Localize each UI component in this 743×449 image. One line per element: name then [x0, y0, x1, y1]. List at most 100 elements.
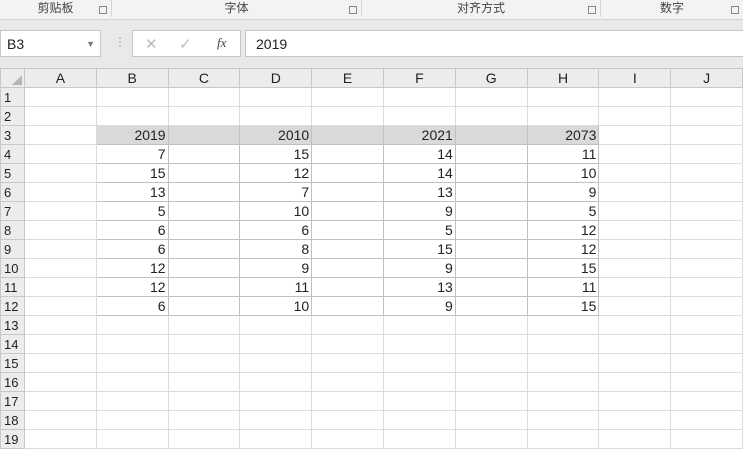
cancel-icon[interactable]: ✕	[145, 35, 158, 53]
column-header-H[interactable]: H	[526, 68, 600, 88]
cell-F2[interactable]	[382, 106, 456, 126]
chevron-down-icon[interactable]: ▼	[86, 31, 95, 58]
dialog-launcher-icon[interactable]	[99, 6, 107, 14]
cell-C9[interactable]	[167, 239, 241, 259]
cell-J12[interactable]	[670, 296, 743, 316]
cell-I17[interactable]	[598, 391, 672, 411]
cell-B5[interactable]: 15	[95, 163, 169, 183]
cell-J6[interactable]	[670, 182, 743, 202]
cell-I15[interactable]	[598, 353, 672, 373]
cell-A11[interactable]	[23, 277, 97, 297]
cell-G4[interactable]	[454, 144, 528, 164]
cell-F9[interactable]: 15	[382, 239, 456, 259]
cell-F1[interactable]	[382, 87, 456, 107]
cell-J14[interactable]	[670, 334, 743, 354]
cell-D10[interactable]: 9	[239, 258, 313, 278]
cell-C13[interactable]	[167, 315, 241, 335]
cell-G19[interactable]	[454, 429, 528, 449]
cell-H18[interactable]	[526, 410, 600, 430]
cell-D11[interactable]: 11	[239, 277, 313, 297]
cell-J17[interactable]	[670, 391, 743, 411]
cell-J1[interactable]	[670, 87, 743, 107]
cell-G18[interactable]	[454, 410, 528, 430]
row-header-5[interactable]: 5	[0, 163, 25, 183]
cell-B13[interactable]	[95, 315, 169, 335]
cell-D15[interactable]	[239, 353, 313, 373]
cell-E13[interactable]	[311, 315, 384, 335]
cell-C11[interactable]	[167, 277, 241, 297]
cell-H6[interactable]: 9	[526, 182, 600, 202]
cell-B6[interactable]: 13	[95, 182, 169, 202]
cell-C1[interactable]	[167, 87, 241, 107]
row-header-18[interactable]: 18	[0, 410, 25, 430]
cell-A18[interactable]	[23, 410, 97, 430]
drag-handle-icon[interactable]: ⋮	[114, 35, 126, 49]
cell-A4[interactable]	[23, 144, 97, 164]
cell-F8[interactable]: 5	[382, 220, 456, 240]
cell-C3[interactable]	[167, 125, 241, 145]
row-header-6[interactable]: 6	[0, 182, 25, 202]
cell-C6[interactable]	[167, 182, 241, 202]
cell-D4[interactable]: 15	[239, 144, 313, 164]
cell-H14[interactable]	[526, 334, 600, 354]
cell-C18[interactable]	[167, 410, 241, 430]
cell-B10[interactable]: 12	[95, 258, 169, 278]
cell-J18[interactable]	[670, 410, 743, 430]
cell-G9[interactable]	[454, 239, 528, 259]
cell-H5[interactable]: 10	[526, 163, 600, 183]
cell-B11[interactable]: 12	[95, 277, 169, 297]
row-header-3[interactable]: 3	[0, 125, 25, 145]
cell-I5[interactable]	[598, 163, 672, 183]
cell-A6[interactable]	[23, 182, 97, 202]
cell-B12[interactable]: 6	[95, 296, 169, 316]
cell-B1[interactable]	[95, 87, 169, 107]
dialog-launcher-icon[interactable]	[349, 6, 357, 14]
cell-C2[interactable]	[167, 106, 241, 126]
cell-H11[interactable]: 11	[526, 277, 600, 297]
cell-G10[interactable]	[454, 258, 528, 278]
dialog-launcher-icon[interactable]	[588, 6, 596, 14]
column-header-G[interactable]: G	[454, 68, 528, 88]
cell-J15[interactable]	[670, 353, 743, 373]
cell-I14[interactable]	[598, 334, 672, 354]
cell-E15[interactable]	[311, 353, 384, 373]
row-header-13[interactable]: 13	[0, 315, 25, 335]
cell-D13[interactable]	[239, 315, 313, 335]
cell-J16[interactable]	[670, 372, 743, 392]
dialog-launcher-icon[interactable]	[731, 6, 739, 14]
cell-I16[interactable]	[598, 372, 672, 392]
cell-F6[interactable]: 13	[382, 182, 456, 202]
cell-H4[interactable]: 11	[526, 144, 600, 164]
cell-E5[interactable]	[311, 163, 384, 183]
column-header-I[interactable]: I	[598, 68, 672, 88]
cell-H19[interactable]	[526, 429, 600, 449]
cell-I6[interactable]	[598, 182, 672, 202]
cell-H12[interactable]: 15	[526, 296, 600, 316]
column-header-C[interactable]: C	[167, 68, 241, 88]
cell-J8[interactable]	[670, 220, 743, 240]
cell-H13[interactable]	[526, 315, 600, 335]
cell-G2[interactable]	[454, 106, 528, 126]
insert-function-icon[interactable]: fx	[217, 35, 226, 51]
name-box[interactable]: B3 ▼	[0, 30, 101, 57]
cell-J19[interactable]	[670, 429, 743, 449]
cell-G5[interactable]	[454, 163, 528, 183]
column-header-B[interactable]: B	[95, 68, 169, 88]
cell-C8[interactable]	[167, 220, 241, 240]
cell-E7[interactable]	[311, 201, 384, 221]
cell-E8[interactable]	[311, 220, 384, 240]
cell-E2[interactable]	[311, 106, 384, 126]
cell-A16[interactable]	[23, 372, 97, 392]
cell-B15[interactable]	[95, 353, 169, 373]
cell-E1[interactable]	[311, 87, 384, 107]
cell-E9[interactable]	[311, 239, 384, 259]
cell-I12[interactable]	[598, 296, 672, 316]
cell-H16[interactable]	[526, 372, 600, 392]
cell-D19[interactable]	[239, 429, 313, 449]
cell-E3[interactable]	[311, 125, 384, 145]
cell-F13[interactable]	[382, 315, 456, 335]
row-header-2[interactable]: 2	[0, 106, 25, 126]
cell-H8[interactable]: 12	[526, 220, 600, 240]
cell-J5[interactable]	[670, 163, 743, 183]
cell-D8[interactable]: 6	[239, 220, 313, 240]
